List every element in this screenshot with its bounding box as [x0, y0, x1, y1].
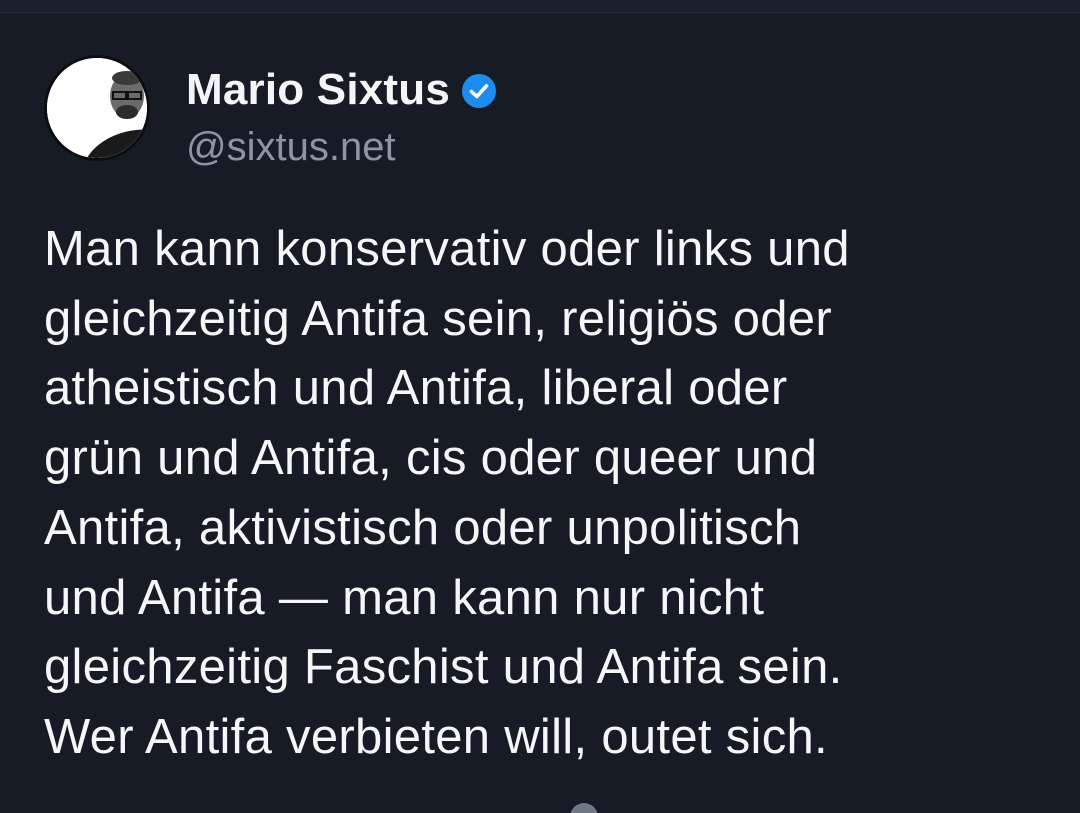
post-text: Man kann konservativ oder links und glei…: [44, 222, 850, 764]
top-divider: [0, 0, 1080, 13]
author-line: Mario Sixtus: [186, 65, 497, 115]
footer-partial: [570, 803, 598, 813]
author-handle[interactable]: @sixtus.net: [186, 125, 396, 170]
footer-icon: [570, 803, 598, 813]
avatar[interactable]: [44, 55, 150, 161]
verified-badge-icon: [462, 74, 497, 108]
post: Mario Sixtus @sixtus.net Man kann konser…: [0, 13, 1080, 813]
profile-photo-avatar-icon: [47, 58, 147, 158]
author-display-name[interactable]: Mario Sixtus: [186, 65, 450, 115]
